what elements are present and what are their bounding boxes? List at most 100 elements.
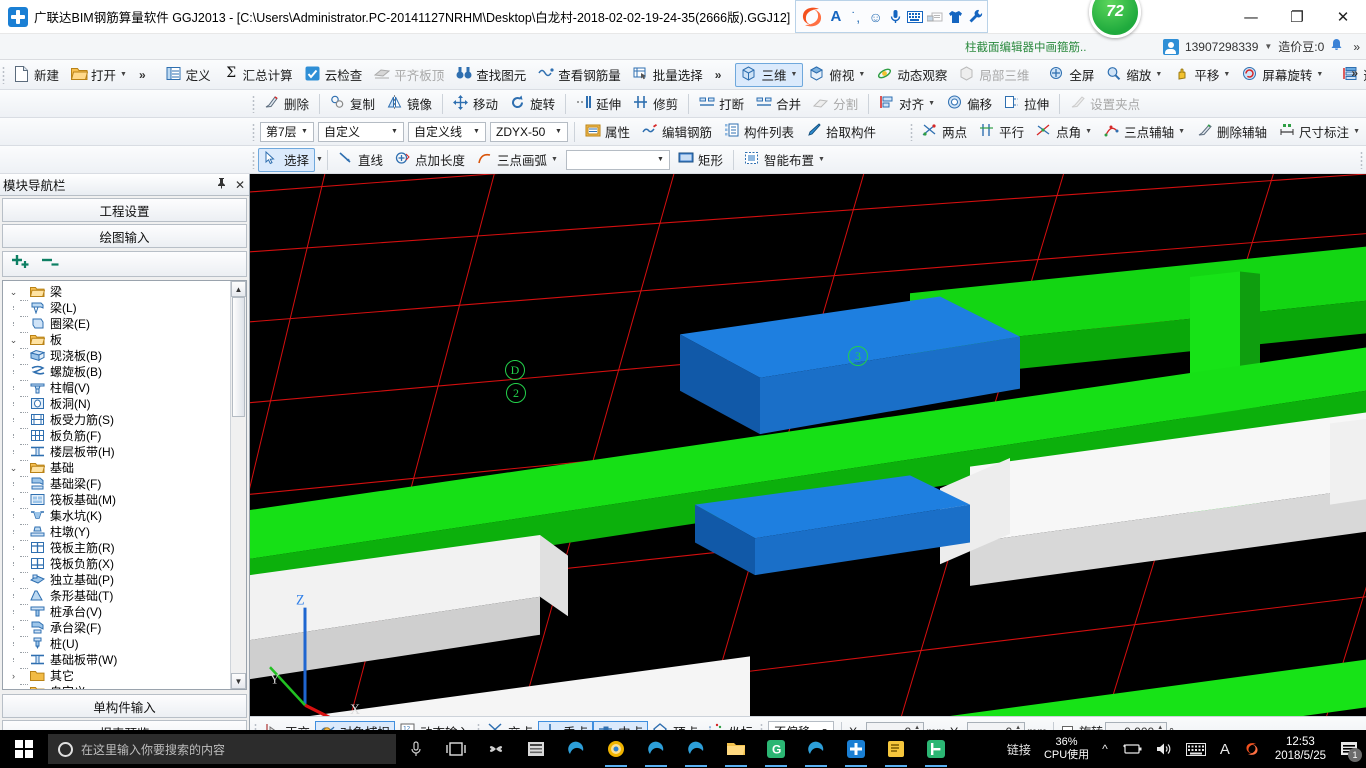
project-settings-button[interactable]: 工程设置 <box>2 198 247 222</box>
pin-icon[interactable] <box>216 177 227 192</box>
find-element-button[interactable]: 查找图元 <box>450 63 532 87</box>
punctuation-icon[interactable]: ˙, <box>847 6 865 28</box>
ie-icon[interactable] <box>676 730 716 768</box>
chevron-down-icon[interactable]: ▼ <box>120 71 127 78</box>
edge-icon[interactable] <box>636 730 676 768</box>
edit-rebar-button[interactable]: 编辑钢筋 <box>636 120 718 144</box>
app-clock-icon[interactable] <box>596 730 636 768</box>
tree-item[interactable]: ⌄ 基础 <box>3 460 246 477</box>
trim-button[interactable]: 修剪 <box>627 92 684 116</box>
tree-item[interactable]: 桩(U) <box>3 636 246 653</box>
model-3d-viewport[interactable]: Z X Y D 3 2 B <box>250 174 1366 716</box>
chevron-down-icon[interactable]: ⌄ <box>7 687 20 690</box>
component-type-select[interactable]: 自定义 ▼ <box>318 121 404 142</box>
clock[interactable]: 12:53 2018/5/25 <box>1267 735 1334 763</box>
tree-item[interactable]: 圈梁(E) <box>3 316 246 333</box>
two-point-axis-button[interactable]: 两点 <box>916 120 973 144</box>
model-3d-canvas[interactable]: Z X Y <box>250 174 1366 716</box>
green-app-icon[interactable] <box>916 730 956 768</box>
tree-item[interactable]: ⌄ 板 <box>3 332 246 349</box>
dimension-button[interactable]: 尺寸标注 ▼ <box>1273 120 1366 144</box>
tree-item[interactable]: 基础板带(W) <box>3 652 246 669</box>
align-slab-top-button[interactable]: 平齐板顶 <box>368 63 450 87</box>
component-name-select[interactable]: ZDYX-50 ▼ <box>490 121 568 142</box>
app-g-icon[interactable]: G <box>756 730 796 768</box>
break-button[interactable]: 打断 <box>693 92 750 116</box>
set-grip-button[interactable]: 设置夹点 <box>1064 92 1146 116</box>
tree-scrollbar[interactable]: ▲ ▼ <box>230 281 246 689</box>
screen-rotate-button[interactable]: 屏幕旋转 ▼ <box>1236 63 1329 87</box>
pick-component-button[interactable]: 拾取构件 <box>800 120 882 144</box>
toolbar-overflow-2[interactable]: » <box>709 68 728 82</box>
local-3d-button[interactable]: 局部三维 <box>953 63 1035 87</box>
top-view-button[interactable]: 俯视 ▼ <box>803 63 871 87</box>
volume-icon[interactable] <box>1149 730 1179 768</box>
orbit-button[interactable]: 动态观察 <box>871 63 953 87</box>
chevron-down-icon[interactable]: ▼ <box>316 156 323 163</box>
component-tree-body[interactable]: ⌄ 梁梁(L) 圈梁(E) ⌄ 板现浇板(B) 螺旋板(B) 柱帽(V) 板洞(N) 板受力筋(… <box>3 281 246 689</box>
tree-item[interactable]: 筏板基础(M) <box>3 492 246 509</box>
chevron-down-icon[interactable]: ▼ <box>551 156 558 163</box>
search-input[interactable]: 在这里输入你要搜索的内容 <box>48 734 396 764</box>
tree-item[interactable]: 板受力筋(S) <box>3 412 246 429</box>
floor-select[interactable]: 第7层 ▼ <box>260 121 314 142</box>
tree-item[interactable]: 梁(L) <box>3 300 246 317</box>
toolbar-grip[interactable] <box>1360 150 1363 169</box>
tree-item[interactable]: 板洞(N) <box>3 396 246 413</box>
tree-item[interactable]: 楼层板带(H) <box>3 444 246 461</box>
notification-center-button[interactable]: 1 <box>1334 730 1364 768</box>
chevron-down-icon[interactable]: ▼ <box>470 128 483 135</box>
component-subtype-select[interactable]: 自定义线 ▼ <box>408 121 486 142</box>
smart-layout-button[interactable]: 智能布置 ▼ <box>738 148 831 172</box>
delete-axis-button[interactable]: 删除辅轴 <box>1191 120 1273 144</box>
cloud-check-button[interactable]: 云检查 <box>299 63 369 87</box>
chevron-down-icon[interactable]: ▼ <box>388 128 401 135</box>
parallel-axis-button[interactable]: 平行 <box>973 120 1030 144</box>
cpu-usage-tray[interactable]: 36% CPU使用 <box>1038 736 1095 762</box>
sogou-logo-icon[interactable] <box>799 4 825 30</box>
chevron-down-icon[interactable]: ▼ <box>1223 71 1230 78</box>
align-button[interactable]: 对齐 ▼ <box>873 92 941 116</box>
minimize-button[interactable]: — <box>1228 0 1274 34</box>
language-icon[interactable]: A <box>1213 730 1237 768</box>
sogou-ime-toolbar[interactable]: A ˙, ☺ <box>795 0 988 33</box>
copy-button[interactable]: 复制 <box>324 92 381 116</box>
three-point-axis-button[interactable]: 三点辅轴 ▼ <box>1098 120 1191 144</box>
tree-item[interactable]: 集水坑(K) <box>3 508 246 525</box>
tree-item[interactable]: 独立基础(P) <box>3 572 246 589</box>
rectangle-tool-button[interactable]: 矩形 <box>672 148 729 172</box>
summary-calc-button[interactable]: Σ 汇总计算 <box>217 63 299 87</box>
toolbar-grip[interactable] <box>252 150 255 169</box>
tree-item[interactable]: ⌄ 梁 <box>3 284 246 301</box>
tree-item[interactable]: 现浇板(B) <box>3 348 246 365</box>
toolbar-grip[interactable] <box>2 65 5 84</box>
sogou-tray-icon[interactable] <box>1237 730 1267 768</box>
close-button[interactable]: ✕ <box>1320 0 1366 34</box>
cortana-mic-icon[interactable] <box>396 730 436 768</box>
chevron-down-icon[interactable]: ▼ <box>928 100 935 107</box>
start-button[interactable] <box>0 730 48 768</box>
tree-item[interactable]: 螺旋板(B) <box>3 364 246 381</box>
chevron-down-icon[interactable]: ▼ <box>790 71 797 78</box>
notepad-app-icon[interactable] <box>876 730 916 768</box>
tray-expand-icon[interactable]: ^ <box>1095 730 1115 768</box>
chevron-down-icon[interactable]: ▼ <box>818 156 825 163</box>
pan-button[interactable]: 平移 ▼ <box>1168 63 1236 87</box>
tree-item[interactable]: › 其它 <box>3 668 246 685</box>
offset-button[interactable]: 偏移 <box>941 92 998 116</box>
tree-item[interactable]: 桩承台(V) <box>3 604 246 621</box>
chevron-right-icon[interactable]: › <box>7 671 20 681</box>
scroll-thumb[interactable] <box>232 297 245 417</box>
drawing-input-button[interactable]: 绘图输入 <box>2 224 247 248</box>
open-button[interactable]: 打开 ▼ <box>65 63 133 87</box>
chevron-down-icon[interactable]: ▼ <box>858 71 865 78</box>
chevron-down-icon[interactable]: ▼ <box>552 128 565 135</box>
toolbar-grip[interactable] <box>252 94 255 113</box>
line-tool-button[interactable]: 直线 <box>332 148 389 172</box>
tree-item[interactable]: 基础梁(F) <box>3 476 246 493</box>
delete-button[interactable]: 删除 <box>258 92 315 116</box>
soft-keyboard-icon[interactable] <box>907 6 925 28</box>
cloud-icon[interactable] <box>926 6 944 28</box>
keyboard-icon[interactable] <box>1179 730 1213 768</box>
properties-button[interactable]: 属性 <box>579 120 636 144</box>
